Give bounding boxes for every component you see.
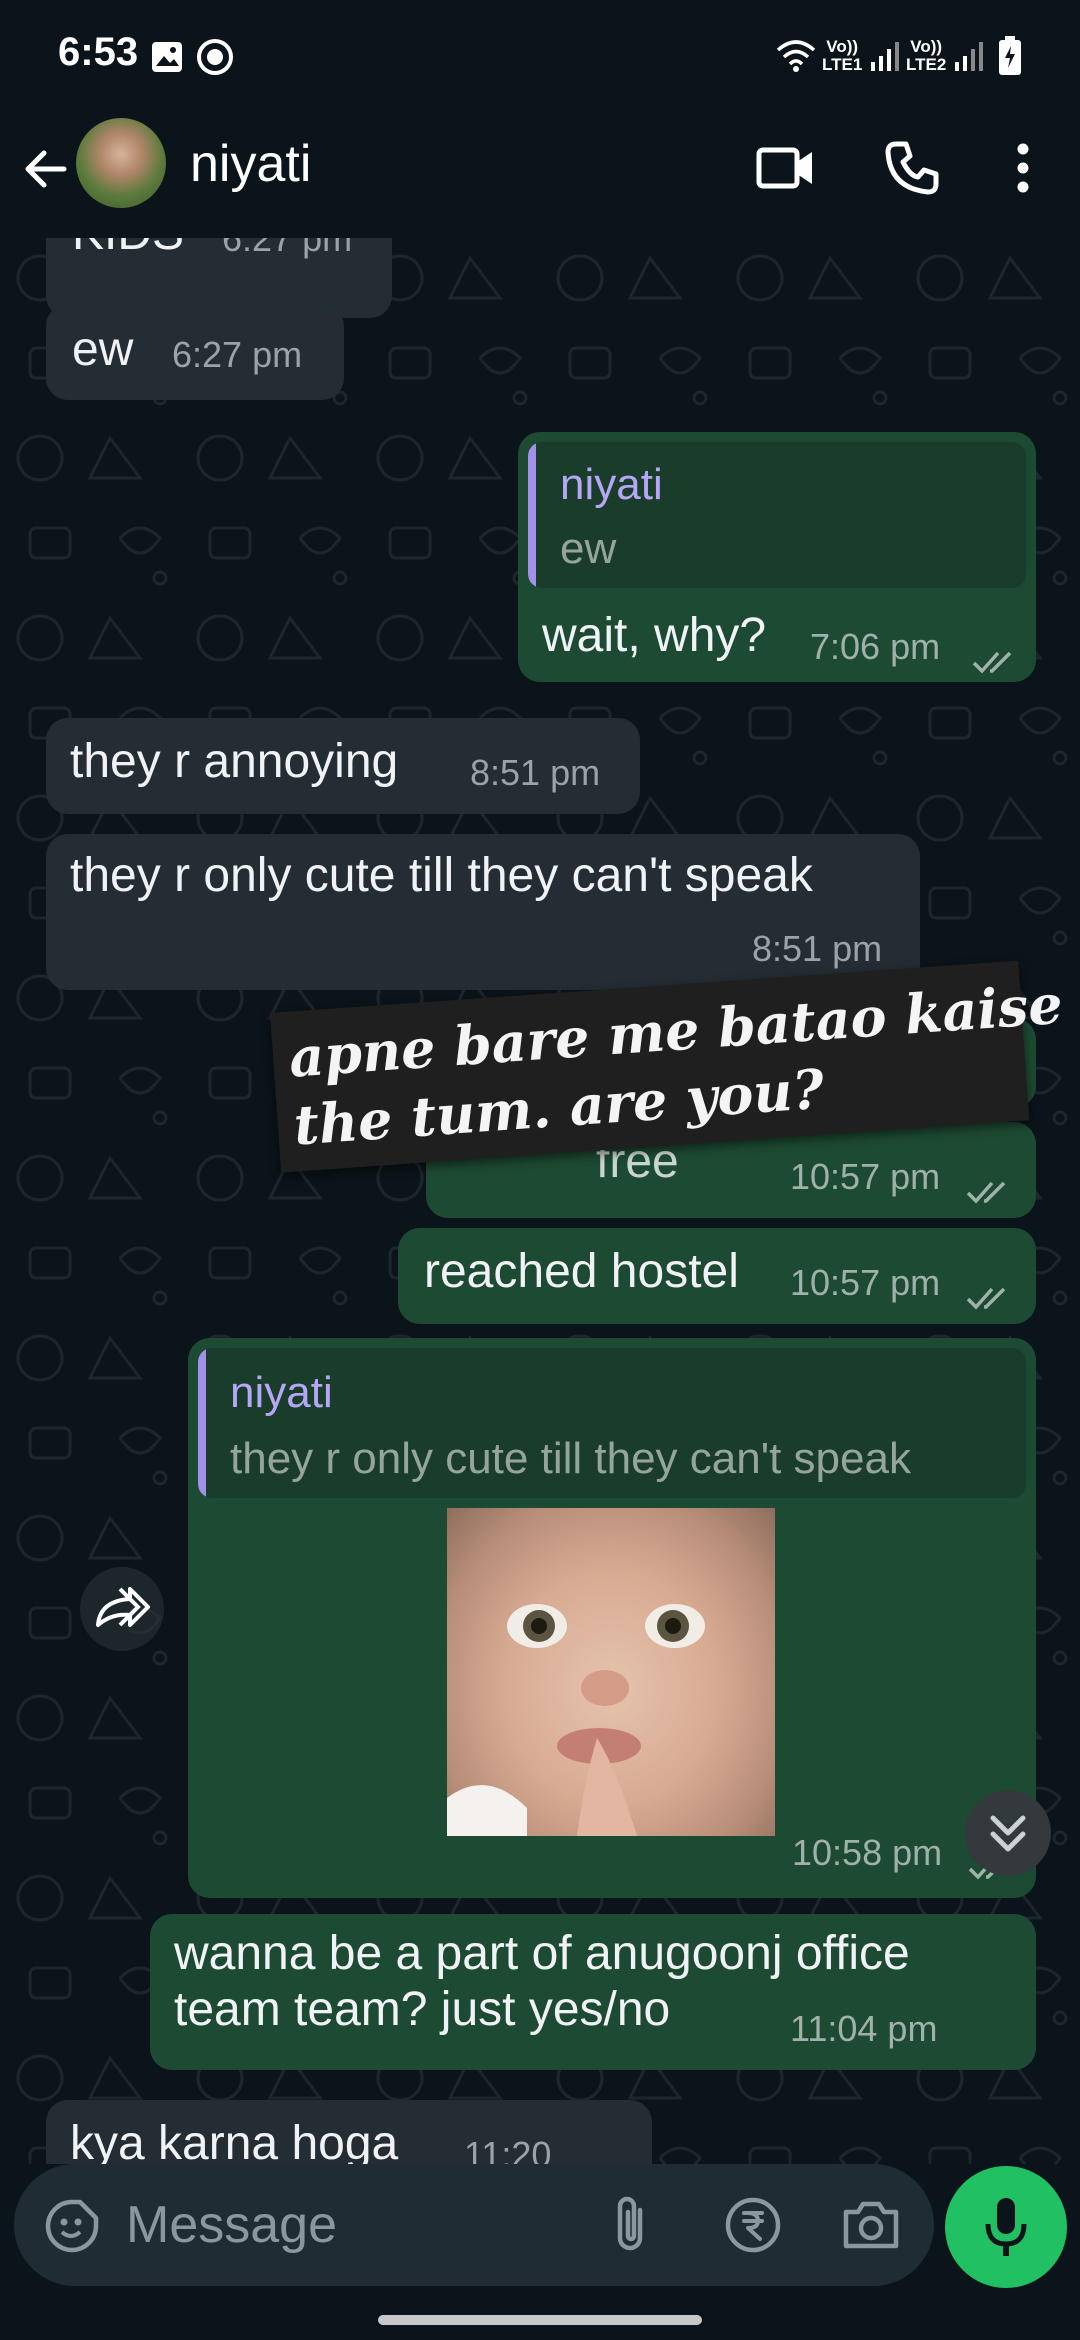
more-vert-icon[interactable] bbox=[1010, 142, 1036, 199]
mic-icon bbox=[985, 2198, 1027, 2256]
wifi-icon bbox=[776, 38, 816, 77]
sim2-label: Vo)) LTE2 bbox=[906, 37, 947, 74]
forward-icon[interactable] bbox=[80, 1567, 164, 1651]
baby-photo[interactable] bbox=[447, 1508, 775, 1836]
rupee-payment-icon[interactable] bbox=[724, 2196, 782, 2259]
outgoing-message[interactable]: reached hostel 10:57 pm bbox=[398, 1228, 1036, 1324]
quote-accent-bar bbox=[198, 1348, 206, 1498]
quoted-message[interactable]: niyati they r only cute till they can't … bbox=[198, 1348, 1026, 1498]
double-check-read-icon bbox=[966, 1268, 1012, 1323]
quote-accent-bar bbox=[528, 442, 536, 588]
video-call-icon[interactable] bbox=[756, 140, 816, 201]
navigation-gesture-bar[interactable] bbox=[378, 2315, 702, 2325]
quoted-message[interactable]: niyati ew bbox=[528, 442, 1026, 588]
outgoing-reply-message[interactable]: niyati ew wait, why? 7:06 pm bbox=[518, 432, 1036, 682]
double-check-read-icon bbox=[966, 1162, 1012, 1217]
contact-name[interactable]: niyati bbox=[190, 134, 311, 194]
outgoing-message[interactable]: wanna be a part of anugoonj office team … bbox=[150, 1914, 1036, 2070]
message-input-bar: Message bbox=[0, 2164, 1080, 2340]
incoming-message[interactable]: they r only cute till they can't speak 8… bbox=[46, 834, 920, 990]
emoji-sticker-icon[interactable] bbox=[44, 2198, 100, 2259]
chat-area[interactable]: KIDS 6:27 pm ew 6:27 pm niyati ew wait, … bbox=[0, 238, 1080, 2164]
message-placeholder: Message bbox=[126, 2196, 337, 2254]
gallery-icon bbox=[150, 40, 184, 79]
voice-call-icon[interactable] bbox=[884, 140, 940, 201]
message-input[interactable]: Message bbox=[14, 2164, 934, 2286]
signal-icon bbox=[954, 40, 984, 77]
attach-clip-icon[interactable] bbox=[610, 2194, 650, 2261]
scroll-to-bottom-button[interactable] bbox=[965, 1790, 1051, 1876]
incoming-message[interactable]: ew 6:27 pm bbox=[46, 304, 344, 400]
battery-charging-icon bbox=[998, 36, 1022, 81]
back-arrow-icon[interactable] bbox=[20, 144, 70, 199]
double-check-read-icon bbox=[972, 632, 1018, 687]
incoming-message[interactable]: they r annoying 8:51 pm bbox=[46, 718, 640, 814]
avatar[interactable] bbox=[76, 118, 166, 208]
whatsapp-icon bbox=[196, 38, 234, 81]
signal-icon bbox=[870, 40, 900, 77]
status-bar: 6:53 Vo)) LTE1 Vo)) LTE2 bbox=[0, 0, 1080, 110]
incoming-message[interactable]: kya karna hoga 11:20 bbox=[46, 2100, 652, 2164]
sim1-label: Vo)) LTE1 bbox=[822, 37, 863, 74]
camera-icon[interactable] bbox=[842, 2198, 900, 2255]
chat-header: niyati bbox=[0, 110, 1080, 238]
status-time: 6:53 bbox=[58, 30, 139, 74]
mic-button[interactable] bbox=[945, 2166, 1067, 2288]
